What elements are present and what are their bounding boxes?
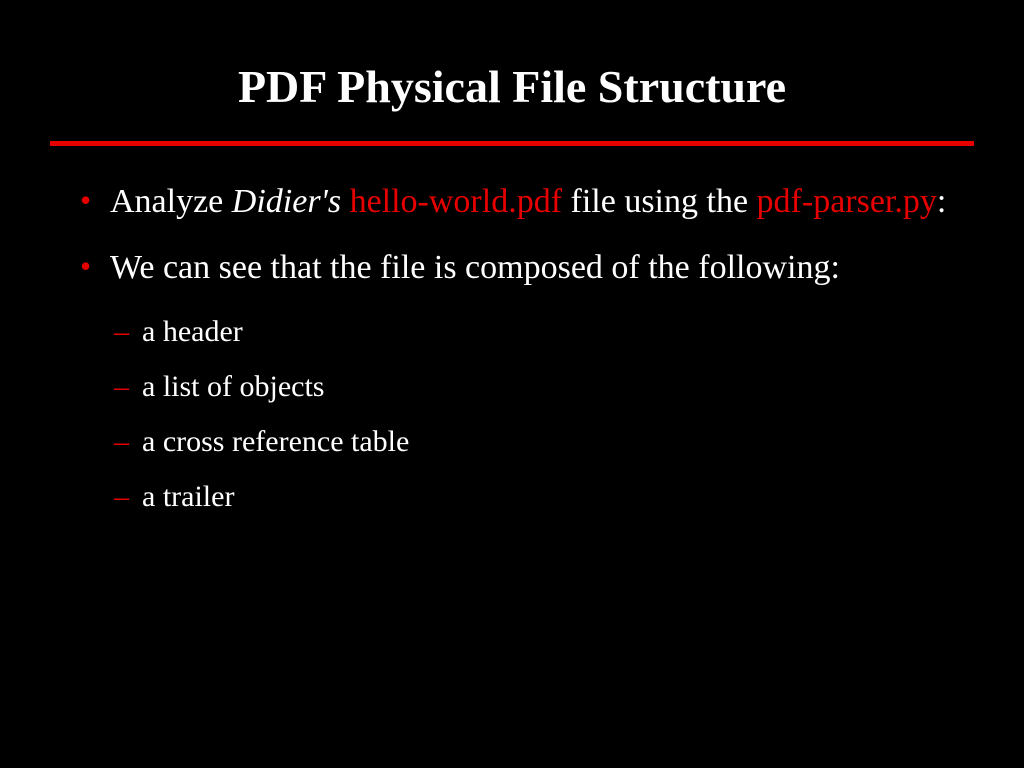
text-segment: Didier's xyxy=(232,183,341,220)
bullet-item-1: Analyze Didier's hello-world.pdf file us… xyxy=(80,178,974,226)
slide-title: PDF Physical File Structure xyxy=(50,60,974,113)
divider xyxy=(50,141,974,146)
sub-item-2: a list of objects xyxy=(114,364,974,409)
text-segment: We can see that the file is composed of … xyxy=(110,249,840,286)
sub-item-3: a cross reference table xyxy=(114,419,974,464)
text-segment: Analyze xyxy=(110,183,232,220)
sub-item-1: a header xyxy=(114,309,974,354)
sub-list: a header a list of objects a cross refer… xyxy=(50,309,974,519)
bullet-item-2: We can see that the file is composed of … xyxy=(80,244,974,292)
text-segment: pdf-parser.py xyxy=(757,183,937,220)
text-segment: hello-world.pdf xyxy=(350,183,562,220)
text-segment: file using the xyxy=(562,183,757,220)
slide: PDF Physical File Structure Analyze Didi… xyxy=(0,0,1024,579)
sub-item-4: a trailer xyxy=(114,474,974,519)
bullet-list: Analyze Didier's hello-world.pdf file us… xyxy=(50,178,974,291)
text-segment xyxy=(341,183,350,220)
text-segment: : xyxy=(937,183,946,220)
